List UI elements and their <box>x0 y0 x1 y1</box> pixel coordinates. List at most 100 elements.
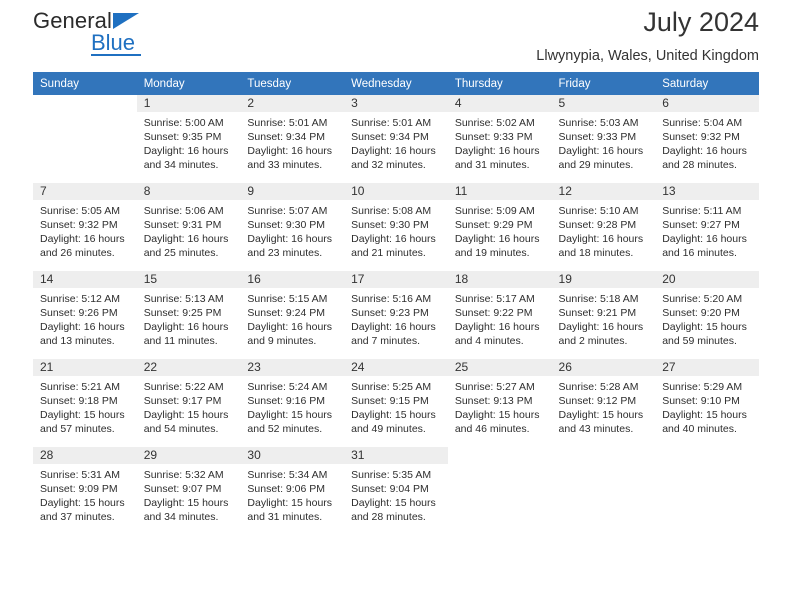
calendar-day-cell[interactable]: 24 Sunrise: 5:25 AM Sunset: 9:15 PM Dayligh… <box>344 359 448 447</box>
calendar-empty-cell <box>33 95 137 183</box>
day-number: 3 <box>344 95 448 112</box>
day-detail-line: and 52 minutes. <box>247 423 323 435</box>
day-detail-line: Daylight: 16 hours <box>40 233 125 245</box>
day-details: Sunrise: 5:21 AM Sunset: 9:18 PM Daylight:… <box>33 376 137 436</box>
calendar-day-cell[interactable]: 26 Sunrise: 5:28 AM Sunset: 9:12 PM Dayligh… <box>551 359 656 447</box>
calendar-day-cell[interactable]: 20 Sunrise: 5:20 AM Sunset: 9:20 PM Dayligh… <box>655 271 759 359</box>
day-detail-line: and 31 minutes. <box>247 511 323 523</box>
day-number: 6 <box>655 95 759 112</box>
day-detail-line: Daylight: 16 hours <box>143 145 229 157</box>
day-detail-line: Sunrise: 5:02 AM <box>454 117 535 129</box>
day-details: Sunrise: 5:18 AM Sunset: 9:21 PM Daylight:… <box>552 288 656 348</box>
day-detail-line: Sunrise: 5:00 AM <box>143 117 224 129</box>
day-number <box>33 95 137 112</box>
calendar-day-cell[interactable]: 30 Sunrise: 5:34 AM Sunset: 9:06 PM Dayligh… <box>240 447 345 535</box>
day-detail-line: Sunrise: 5:34 AM <box>247 469 328 481</box>
calendar-day-cell[interactable]: 13 Sunrise: 5:11 AM Sunset: 9:27 PM Dayligh… <box>655 183 759 271</box>
day-detail-line: Sunset: 9:21 PM <box>558 307 637 319</box>
day-detail-line: Daylight: 15 hours <box>143 497 229 509</box>
day-details: Sunrise: 5:01 AM Sunset: 9:34 PM Daylight:… <box>240 112 344 172</box>
day-detail-line: and 32 minutes. <box>351 159 426 171</box>
calendar-day-cell[interactable]: 12 Sunrise: 5:10 AM Sunset: 9:28 PM Dayligh… <box>551 183 656 271</box>
day-detail-line: Sunset: 9:34 PM <box>351 131 429 143</box>
day-detail-line: Sunset: 9:30 PM <box>351 219 429 231</box>
day-detail-line: and 57 minutes. <box>40 423 115 435</box>
day-number: 1 <box>136 95 241 112</box>
calendar-day-cell[interactable]: 27 Sunrise: 5:29 AM Sunset: 9:10 PM Dayligh… <box>655 359 759 447</box>
day-number: 8 <box>136 183 241 200</box>
calendar-day-cell[interactable]: 5 Sunrise: 5:03 AM Sunset: 9:33 PM Daylight… <box>551 95 656 183</box>
day-detail-line: Sunrise: 5:09 AM <box>454 205 535 217</box>
day-number: 13 <box>655 183 759 200</box>
day-detail-line: Sunrise: 5:05 AM <box>40 205 120 217</box>
day-details: Sunrise: 5:09 AM Sunset: 9:29 PM Daylight:… <box>448 200 552 260</box>
day-detail-line: Daylight: 16 hours <box>558 233 644 245</box>
calendar-day-cell[interactable]: 19 Sunrise: 5:18 AM Sunset: 9:21 PM Dayligh… <box>551 271 656 359</box>
day-details: Sunrise: 5:05 AM Sunset: 9:32 PM Daylight:… <box>33 200 137 260</box>
day-number: 30 <box>240 447 345 464</box>
day-detail-line: Daylight: 16 hours <box>143 321 229 333</box>
calendar-day-cell[interactable]: 6 Sunrise: 5:04 AM Sunset: 9:32 PM Daylight… <box>655 95 759 183</box>
day-details: Sunrise: 5:03 AM Sunset: 9:33 PM Daylight:… <box>552 112 656 172</box>
day-detail-line: Sunrise: 5:01 AM <box>247 117 328 129</box>
day-detail-line: Daylight: 15 hours <box>143 409 229 421</box>
calendar-day-cell[interactable]: 9 Sunrise: 5:07 AM Sunset: 9:30 PM Daylight… <box>240 183 345 271</box>
day-detail-line: Sunset: 9:09 PM <box>40 483 118 495</box>
day-detail-line: Sunrise: 5:28 AM <box>558 381 639 393</box>
day-detail-line: Sunrise: 5:22 AM <box>143 381 224 393</box>
day-detail-line: Sunrise: 5:17 AM <box>454 293 535 305</box>
day-detail-line: Sunset: 9:07 PM <box>143 483 222 495</box>
calendar-day-cell[interactable]: 16 Sunrise: 5:15 AM Sunset: 9:24 PM Dayligh… <box>240 271 345 359</box>
day-detail-line: Sunset: 9:34 PM <box>247 131 326 143</box>
flag-triangle-icon <box>113 13 139 29</box>
calendar-day-cell[interactable]: 29 Sunrise: 5:32 AM Sunset: 9:07 PM Dayligh… <box>136 447 241 535</box>
logo-text-blue: Blue <box>91 30 136 55</box>
page-title: July 2024 <box>643 7 759 37</box>
calendar-day-cell[interactable]: 17 Sunrise: 5:16 AM Sunset: 9:23 PM Dayligh… <box>344 271 448 359</box>
day-detail-line: and 28 minutes. <box>351 511 426 523</box>
calendar-day-cell[interactable]: 22 Sunrise: 5:22 AM Sunset: 9:17 PM Dayligh… <box>136 359 241 447</box>
day-number: 27 <box>655 359 759 376</box>
day-detail-line: Daylight: 15 hours <box>662 321 747 333</box>
day-detail-line: Sunset: 9:31 PM <box>143 219 222 231</box>
calendar-day-cell[interactable]: 23 Sunrise: 5:24 AM Sunset: 9:16 PM Dayligh… <box>240 359 345 447</box>
day-detail-line: Sunrise: 5:13 AM <box>143 293 224 305</box>
day-detail-line: Daylight: 15 hours <box>558 409 644 421</box>
day-detail-line: Daylight: 15 hours <box>454 409 540 421</box>
day-number: 16 <box>240 271 345 288</box>
calendar-day-cell[interactable]: 3 Sunrise: 5:01 AM Sunset: 9:34 PM Daylight… <box>344 95 448 183</box>
calendar-body: 1 Sunrise: 5:00 AM Sunset: 9:35 PM Daylight… <box>33 95 759 535</box>
calendar-header-row: Sunday Monday Tuesday Wednesday Thursday… <box>33 72 759 95</box>
day-detail-line: and 29 minutes. <box>558 159 634 171</box>
weekday-header-friday: Friday <box>551 72 656 95</box>
day-detail-line: Daylight: 15 hours <box>40 497 125 509</box>
calendar-day-cell[interactable]: 4 Sunrise: 5:02 AM Sunset: 9:33 PM Daylight… <box>447 95 552 183</box>
calendar-day-cell[interactable]: 18 Sunrise: 5:17 AM Sunset: 9:22 PM Dayligh… <box>447 271 552 359</box>
day-detail-line: Sunset: 9:16 PM <box>247 395 326 407</box>
calendar-day-cell[interactable]: 7 Sunrise: 5:05 AM Sunset: 9:32 PM Daylight… <box>33 183 137 271</box>
day-detail-line: Daylight: 16 hours <box>351 145 436 157</box>
calendar-day-cell[interactable]: 21 Sunrise: 5:21 AM Sunset: 9:18 PM Dayligh… <box>33 359 137 447</box>
day-detail-line: Sunset: 9:20 PM <box>662 307 740 319</box>
calendar-day-cell[interactable]: 14 Sunrise: 5:12 AM Sunset: 9:26 PM Dayligh… <box>33 271 137 359</box>
calendar-day-cell[interactable]: 2 Sunrise: 5:01 AM Sunset: 9:34 PM Daylight… <box>240 95 345 183</box>
calendar-day-cell[interactable]: 28 Sunrise: 5:31 AM Sunset: 9:09 PM Dayligh… <box>33 447 137 535</box>
day-detail-line: Sunset: 9:25 PM <box>143 307 222 319</box>
calendar-empty-cell <box>551 447 656 535</box>
calendar-empty-cell <box>655 447 759 535</box>
day-detail-line: Sunrise: 5:07 AM <box>247 205 328 217</box>
day-number: 22 <box>136 359 241 376</box>
day-detail-line: Daylight: 16 hours <box>247 233 333 245</box>
calendar-day-cell[interactable]: 10 Sunrise: 5:08 AM Sunset: 9:30 PM Dayligh… <box>344 183 448 271</box>
calendar-day-cell[interactable]: 31 Sunrise: 5:35 AM Sunset: 9:04 PM Dayligh… <box>344 447 448 535</box>
calendar-day-cell[interactable]: 8 Sunrise: 5:06 AM Sunset: 9:31 PM Daylight… <box>136 183 241 271</box>
day-detail-line: Sunset: 9:04 PM <box>351 483 429 495</box>
calendar-day-cell[interactable]: 1 Sunrise: 5:00 AM Sunset: 9:35 PM Daylight… <box>136 95 241 183</box>
day-details: Sunrise: 5:13 AM Sunset: 9:25 PM Daylight:… <box>137 288 241 348</box>
day-number: 12 <box>551 183 656 200</box>
calendar-day-cell[interactable]: 15 Sunrise: 5:13 AM Sunset: 9:25 PM Dayligh… <box>136 271 241 359</box>
calendar-day-cell[interactable]: 11 Sunrise: 5:09 AM Sunset: 9:29 PM Dayligh… <box>447 183 552 271</box>
calendar-day-cell[interactable]: 25 Sunrise: 5:27 AM Sunset: 9:13 PM Dayligh… <box>447 359 552 447</box>
day-detail-line: Sunset: 9:22 PM <box>454 307 533 319</box>
day-details: Sunrise: 5:28 AM Sunset: 9:12 PM Daylight:… <box>552 376 656 436</box>
